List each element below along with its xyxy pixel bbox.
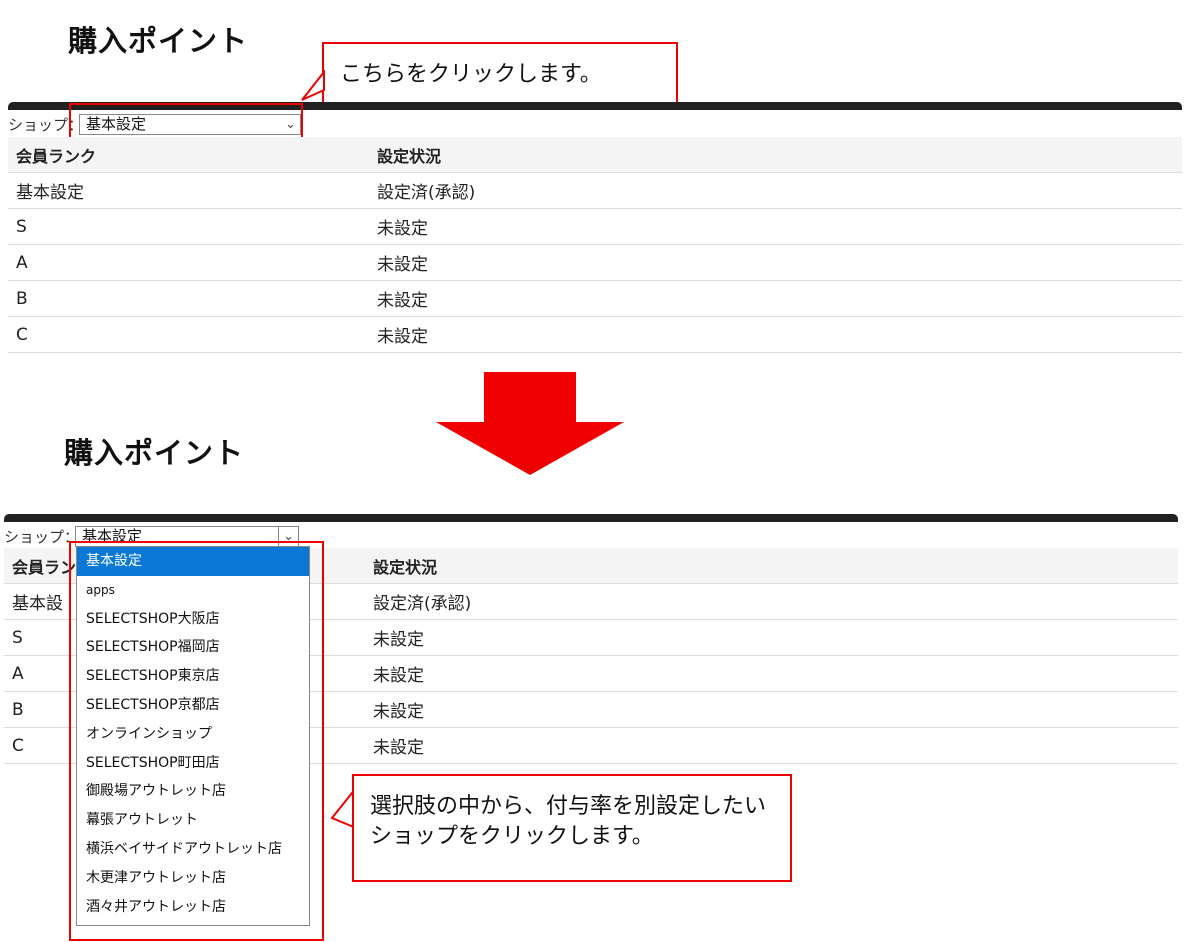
table-row: B 未設定: [8, 280, 1182, 317]
down-arrow-icon: [436, 372, 624, 475]
rank-cell: A: [8, 244, 369, 281]
column-header: 設定状況: [365, 548, 1178, 584]
highlight-dropdown-list: [69, 541, 324, 941]
status-cell: 設定済(承認): [369, 172, 1182, 209]
status-cell: 未設定: [369, 208, 1182, 245]
status-cell: 未設定: [365, 655, 1178, 692]
rank-cell: C: [8, 316, 369, 353]
shop-label-bottom: ショップ：: [4, 528, 80, 546]
table-header-row: 会員ランク 設定状況: [8, 137, 1182, 173]
rank-table-top: 会員ランク 設定状況 基本設定 設定済(承認) S 未設定 A 未設定 B 未設…: [8, 137, 1182, 353]
callout-click-here: こちらをクリックします。: [322, 42, 678, 104]
column-header: 会員ランク: [8, 137, 369, 173]
callout-choose-shop: 選択肢の中から、付与率を別設定したいショップをクリックします。: [352, 774, 792, 882]
status-cell: 未設定: [365, 727, 1178, 764]
table-row: 基本設定 設定済(承認): [8, 172, 1182, 209]
rank-cell: S: [8, 208, 369, 245]
panel-header-bar-bottom: [4, 514, 1178, 522]
status-cell: 未設定: [365, 691, 1178, 728]
status-cell: 未設定: [369, 244, 1182, 281]
column-header: 設定状況: [369, 137, 1182, 173]
callout-text: こちらをクリックします。: [340, 62, 602, 87]
callout-pointer-top: [301, 70, 325, 101]
status-cell: 未設定: [369, 280, 1182, 317]
table-row: A 未設定: [8, 244, 1182, 281]
status-cell: 未設定: [369, 316, 1182, 353]
page-title-top: 購入ポイント: [68, 24, 249, 58]
status-cell: 設定済(承認): [365, 583, 1178, 620]
rank-cell: 基本設定: [8, 172, 369, 209]
callout-text: 選択肢の中から、付与率を別設定したいショップをクリックします。: [370, 794, 767, 849]
page-title-bottom: 購入ポイント: [64, 436, 245, 470]
table-row: C 未設定: [8, 316, 1182, 353]
status-cell: 未設定: [365, 619, 1178, 656]
table-row: S 未設定: [8, 208, 1182, 245]
rank-cell: B: [8, 280, 369, 317]
